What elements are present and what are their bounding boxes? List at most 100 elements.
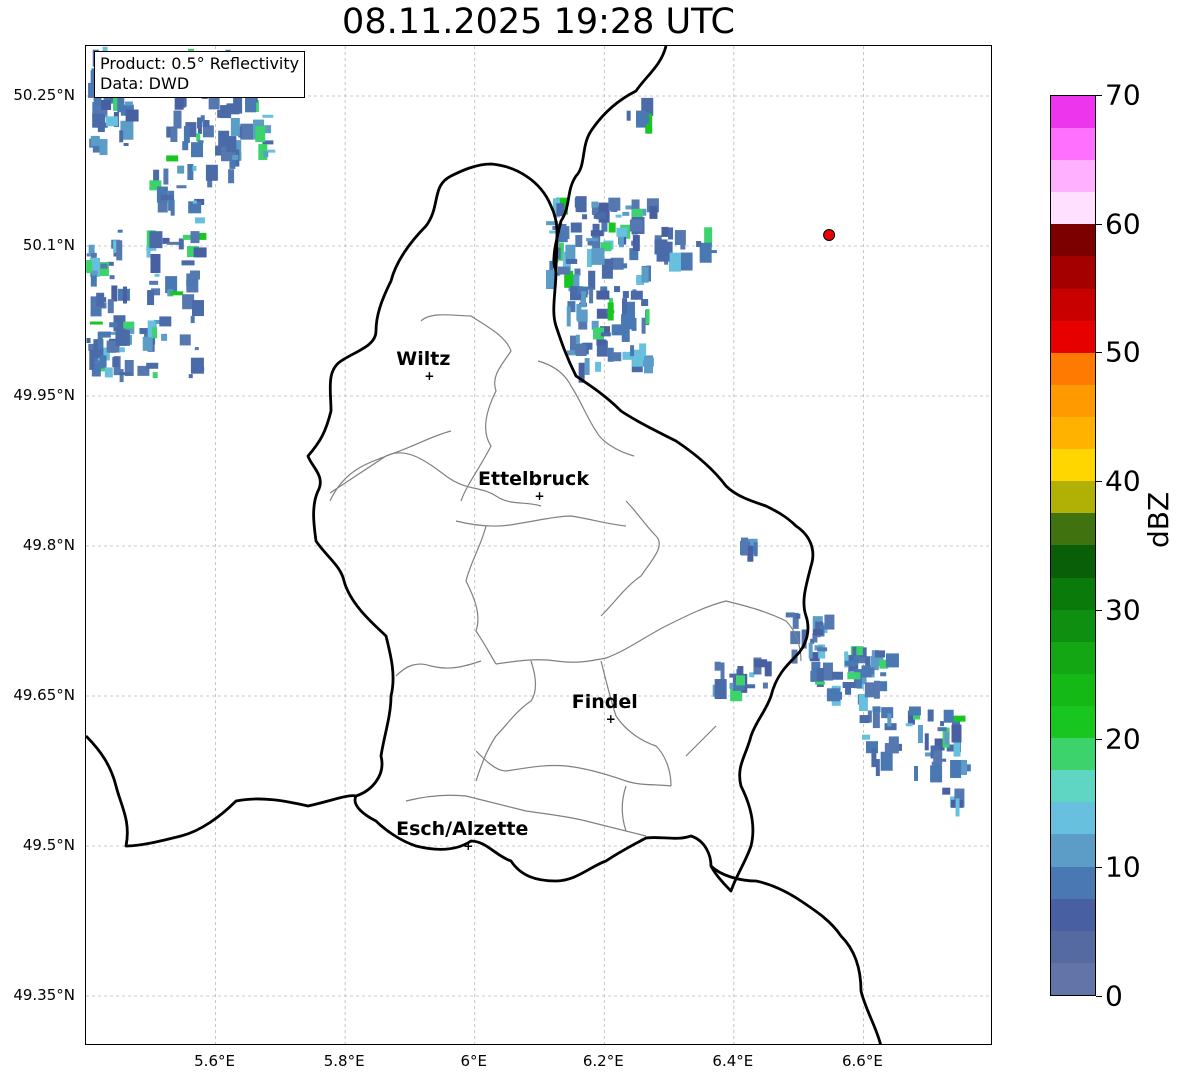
reflectivity-cell: [942, 758, 947, 762]
reflectivity-cell: [149, 280, 159, 285]
reflectivity-cell: [176, 185, 187, 189]
reflectivity-cell: [933, 750, 943, 765]
colorbar-segment: [1051, 930, 1095, 963]
reflectivity-cell: [785, 612, 795, 618]
reflectivity-cell: [179, 334, 191, 346]
reflectivity-cell: [232, 154, 239, 160]
colorbar-segment: [1051, 384, 1095, 418]
reflectivity-cell: [880, 672, 887, 677]
reflectivity-cell: [905, 723, 913, 727]
colorbar-segment: [1051, 224, 1095, 257]
reflectivity-cell: [641, 299, 649, 307]
reflectivity-cell: [156, 186, 168, 203]
reflectivity-cell: [139, 328, 149, 335]
reflectivity-cell: [166, 241, 180, 245]
city-plus-icon: +: [534, 489, 544, 503]
map-canvas[interactable]: +Wiltz+Ettelbruck+Findel+Esch/Alzette: [86, 46, 992, 1045]
reflectivity-cell: [112, 357, 120, 368]
reflectivity-cell: [188, 374, 193, 379]
reflectivity-cell: [97, 331, 103, 350]
reflectivity-cell: [177, 165, 185, 174]
city-name-label: Wiltz: [396, 348, 450, 370]
reflectivity-cell: [230, 117, 240, 136]
longitude-tick-label: 6.6°E: [842, 1052, 883, 1070]
colorbar-tick-mark: [1096, 481, 1102, 483]
reflectivity-cell: [91, 270, 98, 276]
reflectivity-cell: [125, 109, 139, 122]
colorbar-segment: [1051, 545, 1095, 578]
reflectivity-cell: [90, 135, 100, 146]
belgium-france-border: [86, 735, 357, 848]
reflectivity-cell: [146, 362, 159, 369]
colorbar-tick-mark: [1096, 996, 1102, 997]
colorbar-segment: [1051, 898, 1095, 931]
city-plus-icon: +: [424, 369, 434, 383]
reflectivity-cell: [822, 662, 833, 681]
reflectivity-cell: [596, 308, 608, 319]
latitude-tick-label: 49.35°N: [13, 986, 75, 1004]
reflectivity-cell: [596, 290, 610, 300]
radar-site-marker[interactable]: [823, 229, 836, 241]
reflectivity-cell: [812, 629, 823, 636]
city-markers: +Wiltz+Ettelbruck+Findel+Esch/Alzette: [396, 348, 638, 853]
reflectivity-cell: [166, 155, 179, 162]
colorbar-segment: [1051, 449, 1095, 482]
reflectivity-cell: [874, 650, 885, 658]
reflectivity-cell: [808, 642, 813, 659]
reflectivity-cell: [117, 229, 123, 233]
reflectivity-cell: [629, 219, 643, 232]
reflectivity-cell: [104, 367, 113, 378]
colorbar-title: dBZ: [1142, 491, 1175, 548]
product-label: Product: 0.5° Reflectivity: [100, 54, 300, 73]
canton-border: [621, 785, 627, 832]
reflectivity-cell: [154, 273, 160, 277]
reflectivity-cell: [146, 247, 151, 258]
reflectivity-cell: [191, 142, 204, 158]
colorbar-tick-mark: [1096, 95, 1102, 96]
reflectivity-cell: [147, 290, 155, 306]
longitude-tick-label: 5.6°E: [194, 1052, 235, 1070]
colorbar-segment: [1051, 802, 1095, 835]
canton-border: [685, 725, 717, 757]
reflectivity-cell: [101, 99, 112, 110]
reflectivity-cell: [955, 798, 960, 817]
colorbar-segment: [1051, 95, 1095, 129]
reflectivity-cell: [267, 149, 276, 153]
reflectivity-cell: [859, 715, 870, 724]
reflectivity-cell: [746, 684, 756, 689]
reflectivity-cell: [961, 759, 968, 775]
reflectivity-cell: [847, 672, 861, 680]
reflectivity-cell: [924, 733, 929, 751]
reflectivity-cell: [584, 357, 590, 375]
reflectivity-cell: [111, 285, 118, 302]
reflectivity-cell: [735, 675, 745, 686]
reflectivity-cell: [862, 734, 871, 740]
latitude-tick-label: 50.1°N: [22, 236, 75, 254]
reflectivity-cell: [575, 235, 583, 248]
reflectivity-cell: [636, 111, 650, 124]
reflectivity-cell: [616, 227, 628, 237]
colorbar-tick-label: 50: [1105, 335, 1141, 369]
reflectivity-cell: [953, 715, 966, 722]
reflectivity-cell: [817, 647, 828, 652]
colorbar-segment: [1051, 481, 1095, 514]
reflectivity-cell: [618, 236, 624, 248]
reflectivity-cell: [832, 671, 844, 680]
canton-border: [600, 500, 660, 617]
map-area[interactable]: + Wiltz + Ettelbruck + Findel + Esch/Alzette: [85, 45, 992, 1045]
reflectivity-cell: [89, 321, 103, 325]
colorbar-segment: [1051, 609, 1095, 642]
reflectivity-cell: [124, 101, 133, 106]
reflectivity-cell: [194, 347, 199, 351]
reflectivity-cell: [871, 748, 877, 768]
colorbar-tick-label: 30: [1105, 593, 1141, 627]
colorbar-segment: [1051, 738, 1095, 771]
reflectivity-cell: [558, 231, 568, 243]
reflectivity-cell: [589, 287, 594, 304]
canton-border: [465, 525, 497, 665]
reflectivity-cell: [608, 197, 621, 211]
reflectivity-cell: [263, 151, 269, 158]
reflectivity-cell: [152, 372, 158, 379]
reflectivity-cell: [942, 787, 951, 795]
colorbar-tick-label: 20: [1105, 722, 1141, 756]
